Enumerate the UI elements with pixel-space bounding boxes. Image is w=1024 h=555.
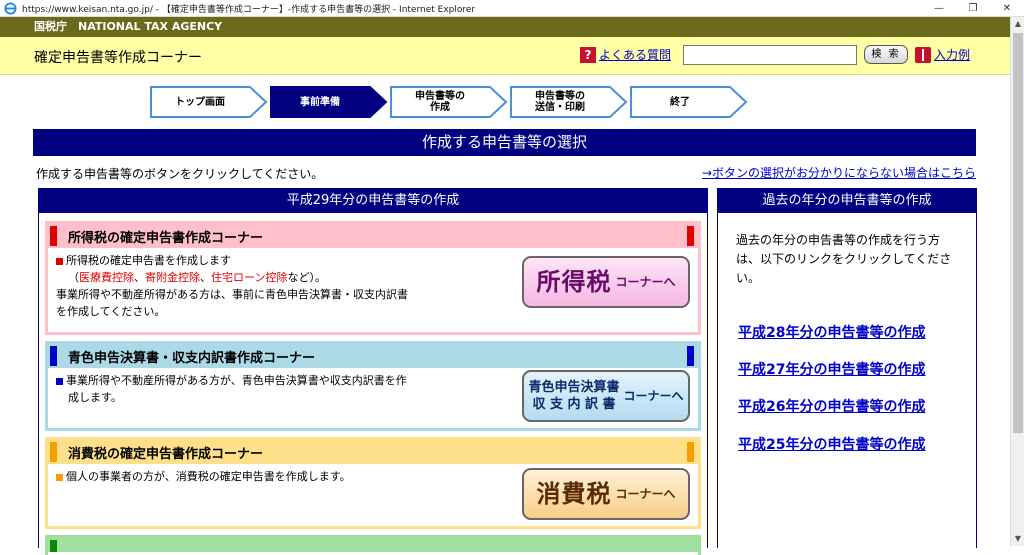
blue-return-card: 青色申告決算書・収支内訳書作成コーナー 事業所得や不動産所得がある方が、青色申告…	[45, 341, 701, 431]
consumption-tax-corner-button[interactable]: 消費税 コーナーへ	[522, 468, 690, 520]
current-year-title: 平成29年分の申告書等の作成	[39, 189, 707, 213]
next-card-partial	[45, 535, 701, 555]
book-icon	[915, 46, 931, 63]
step-label: 申告書等の 作成	[415, 91, 465, 113]
scroll-thumb[interactable]	[1013, 33, 1023, 433]
blue-return-heading-bar: 青色申告決算書・収支内訳書作成コーナー	[48, 344, 698, 368]
agency-banner: 国税庁 NATIONAL TAX AGENCY	[0, 17, 1010, 37]
income-tax-heading-bar: 所得税の確定申告書作成コーナー	[48, 224, 698, 248]
step-label: 申告書等の 送信・印刷	[535, 91, 585, 113]
step-end: 終了	[630, 86, 748, 118]
orange-marker	[50, 442, 57, 462]
blue-marker	[687, 346, 694, 366]
separator: 、	[200, 271, 211, 284]
income-tax-line1: 所得税の確定申告書を作成します	[66, 254, 231, 267]
question-icon: ?	[580, 46, 596, 63]
current-year-panel: 平成29年分の申告書等の作成 所得税の確定申告書作成コーナー 所得税の確定申告書…	[38, 188, 708, 555]
input-example-link[interactable]: 入力例	[934, 46, 970, 63]
blue-return-button-line1: 青色申告決算書	[528, 380, 620, 395]
step-label: 終了	[670, 96, 690, 108]
faq-link-group[interactable]: ? よくある質問	[580, 46, 671, 63]
bullet-icon	[56, 257, 63, 265]
income-tax-button-label: 所得税	[536, 267, 612, 296]
past-year-link-h26[interactable]: 平成26年分の申告書等の作成	[738, 396, 925, 416]
consumption-tax-line1: 個人の事業者の方が、消費税の確定申告書を作成します。	[66, 470, 351, 483]
income-tax-card: 所得税の確定申告書作成コーナー 所得税の確定申告書を作成します （医療費控除、寄…	[45, 221, 701, 335]
corner-title: 確定申告書等作成コーナー	[34, 50, 202, 66]
page-title: 作成する申告書等の選択	[33, 129, 976, 156]
bullet-icon	[56, 377, 63, 385]
step-preparation: 事前準備	[270, 86, 388, 118]
bullet-icon	[56, 473, 63, 481]
consumption-tax-button-label: 消費税	[536, 479, 612, 508]
consumption-tax-heading: 消費税の確定申告書作成コーナー	[68, 446, 264, 462]
medical-deduction-text: 医療費控除	[79, 271, 134, 284]
corner-link-label: コーナーへ	[615, 486, 676, 501]
consumption-tax-body: 個人の事業者の方が、消費税の確定申告書を作成します。 消費税 コーナーへ	[48, 464, 698, 520]
income-tax-heading: 所得税の確定申告書作成コーナー	[68, 230, 264, 246]
step-top: トップ画面	[150, 86, 268, 118]
blue-return-corner-button[interactable]: 青色申告決算書 収 支 内 訳 書 コーナーへ	[522, 370, 690, 422]
search-button[interactable]: 検 索	[864, 45, 908, 64]
internet-explorer-icon	[4, 1, 17, 15]
income-tax-corner-button[interactable]: 所得税 コーナーへ	[522, 256, 690, 308]
past-year-link-h25[interactable]: 平成25年分の申告書等の作成	[738, 434, 925, 454]
scroll-up-arrow-icon[interactable]: ▲	[1011, 17, 1024, 31]
window-title: https://www.keisan.nta.go.jp/ - 【確定申告書等作…	[22, 4, 476, 15]
input-example-link-group[interactable]: 入力例	[915, 46, 970, 63]
help-link[interactable]: →ボタンの選択がお分かりにならない場合はこちら	[702, 164, 976, 181]
restore-button[interactable]: ❐	[956, 3, 990, 14]
corner-link-label: コーナーへ	[615, 274, 676, 289]
scroll-down-arrow-icon[interactable]: ▼	[1011, 532, 1024, 546]
orange-marker	[687, 442, 694, 462]
instruction-text: 作成する申告書等のボタンをクリックしてください。	[36, 167, 324, 181]
step-send-print: 申告書等の 送信・印刷	[510, 86, 628, 118]
red-marker	[50, 226, 57, 246]
past-years-title: 過去の年分の申告書等の作成	[718, 189, 976, 213]
minimize-button[interactable]: —	[922, 3, 956, 14]
browser-titlebar: https://www.keisan.nta.go.jp/ - 【確定申告書等作…	[0, 0, 1024, 17]
past-year-link-h28[interactable]: 平成28年分の申告書等の作成	[738, 322, 925, 342]
close-button[interactable]: ✕	[990, 3, 1024, 14]
green-marker	[50, 540, 57, 552]
faq-link[interactable]: よくある質問	[599, 46, 671, 63]
step-label: トップ画面	[175, 96, 225, 108]
blue-return-line1: 事業所得や不動産所得がある方が、青色申告決算書や収支内訳書を作	[66, 374, 407, 387]
step-label: 事前準備	[300, 96, 340, 108]
step-create: 申告書等の 作成	[390, 86, 508, 118]
next-card-heading-bar	[48, 538, 698, 552]
consumption-tax-heading-bar: 消費税の確定申告書作成コーナー	[48, 440, 698, 464]
search-input[interactable]	[683, 45, 857, 65]
income-tax-paren-close: など）。	[287, 271, 326, 284]
red-marker	[687, 226, 694, 246]
blue-return-heading: 青色申告決算書・収支内訳書作成コーナー	[68, 350, 316, 366]
donation-deduction-text: 寄附金控除	[145, 271, 200, 284]
past-years-description: 過去の年分の申告書等の作成を行う方は、以下のリンクをクリックしてください。	[736, 233, 952, 285]
past-year-link-h27[interactable]: 平成27年分の申告書等の作成	[738, 359, 925, 379]
income-tax-body: 所得税の確定申告書を作成します （医療費控除、寄附金控除、住宅ローン控除など）。…	[48, 248, 698, 324]
corner-link-label: コーナーへ	[623, 388, 684, 403]
past-years-panel: 過去の年分の申告書等の作成 過去の年分の申告書等の作成を行う方は、以下のリンクを…	[717, 188, 977, 548]
corner-header: 確定申告書等作成コーナー ? よくある質問 検 索 入力例	[0, 37, 1010, 75]
vertical-scrollbar[interactable]: ▲ ▼	[1010, 17, 1024, 546]
income-tax-paren-open: （	[68, 271, 79, 284]
blue-return-body: 事業所得や不動産所得がある方が、青色申告決算書や収支内訳書を作 成します。 青色…	[48, 368, 698, 422]
housing-loan-deduction-text: 住宅ローン控除	[211, 271, 288, 284]
consumption-tax-card: 消費税の確定申告書作成コーナー 個人の事業者の方が、消費税の確定申告書を作成しま…	[45, 437, 701, 529]
blue-marker	[50, 346, 57, 366]
separator: 、	[134, 271, 145, 284]
blue-return-button-line2: 収 支 内 訳 書	[532, 397, 616, 412]
